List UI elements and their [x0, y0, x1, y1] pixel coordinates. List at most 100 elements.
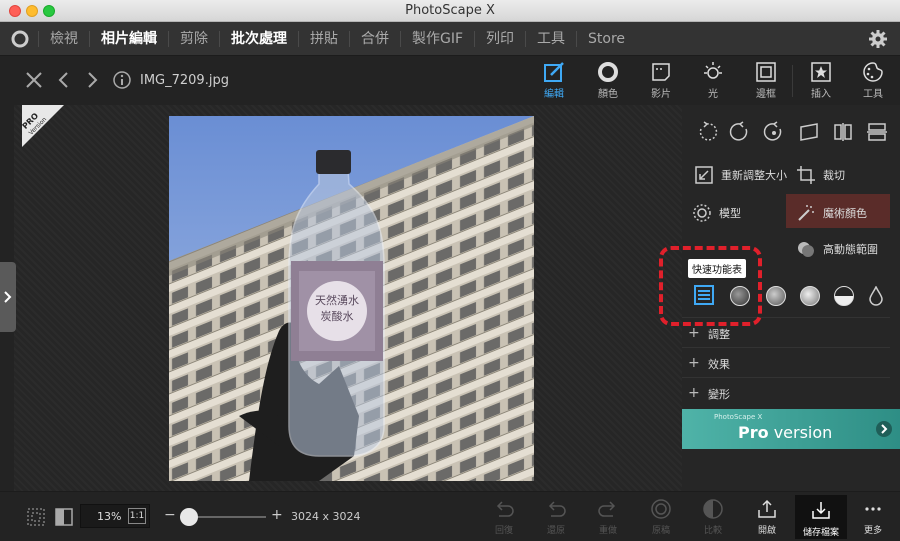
brightness-icon[interactable] [800, 286, 820, 306]
highlight-annotation [659, 246, 762, 326]
zoom-value: 13% [97, 510, 122, 523]
more-dots-icon [865, 507, 881, 511]
undo-button[interactable]: 回復 [484, 498, 524, 538]
rotate-free-icon[interactable] [763, 121, 785, 143]
undo-icon [496, 501, 514, 517]
effects-label: 效果 [708, 358, 730, 371]
original-label: 原稿 [651, 526, 670, 536]
tab-frame[interactable]: 邊框 [745, 61, 787, 103]
tab-light[interactable]: 光 [692, 61, 734, 103]
magic-color-button[interactable]: 魔術顏色 [796, 203, 867, 223]
resize-button[interactable]: 重新調整大小 [694, 165, 787, 185]
mosaic-button[interactable]: 模型 [692, 203, 741, 223]
color-icon [598, 62, 618, 82]
split-view-icon[interactable] [54, 507, 74, 527]
insert-icon [811, 62, 831, 82]
backlight-icon[interactable] [834, 286, 854, 306]
previous-icon[interactable] [54, 70, 74, 90]
actual-size-button[interactable]: 1:1 [128, 508, 146, 524]
transform-section[interactable]: + 變形 [682, 377, 890, 407]
flip-vertical-icon[interactable] [866, 121, 888, 143]
file-name: IMG_7209.jpg [140, 73, 229, 88]
next-icon[interactable] [82, 70, 102, 90]
tab-film-label: 影片 [651, 89, 671, 100]
tab-tools[interactable]: 工具 [852, 61, 894, 103]
crop-button[interactable]: 裁切 [796, 165, 845, 185]
compare-button[interactable]: 比較 [693, 498, 733, 538]
edited-photo[interactable]: 天然湧水 炭酸水 [169, 116, 534, 481]
more-label: 更多 [863, 526, 882, 536]
compare-label: 比較 [703, 526, 722, 536]
magic-wand-icon [798, 205, 814, 221]
hdr-button[interactable]: 高動態範圍 [796, 239, 878, 259]
tab-light-label: 光 [708, 89, 718, 100]
adjust-label: 調整 [708, 328, 730, 341]
zoom-field[interactable]: 13% 1:1 [80, 504, 150, 528]
straighten-icon[interactable] [798, 121, 820, 143]
redo-icon [598, 501, 616, 517]
bottom-toolbar: 13% 1:1 − + 3024 x 3024 回復 還原 重做 原稿 比較 開… [0, 491, 900, 541]
window-title: PhotoScape X [405, 3, 495, 18]
tab-tools-label: 工具 [863, 89, 883, 100]
tab-edit-label: 編輯 [544, 89, 564, 100]
selection-grid-icon[interactable] [26, 507, 46, 527]
zoom-out-button[interactable]: − [164, 507, 176, 523]
mosaic-label: 模型 [719, 207, 741, 220]
chevron-right-icon [4, 291, 12, 303]
quick-menu-tooltip: 快速功能表 [688, 259, 746, 278]
nav-item[interactable]: 列印 [474, 31, 525, 47]
pro-version-banner[interactable]: PhotoScape X Pro version [682, 409, 900, 449]
undo-label: 回復 [494, 526, 513, 536]
more-button[interactable]: 更多 [853, 498, 893, 538]
transform-label: 變形 [708, 388, 730, 401]
settings-gear-icon[interactable] [868, 29, 888, 49]
zoom-slider-knob[interactable] [180, 508, 198, 526]
pro-version-badge: PRO Version [22, 105, 64, 147]
tab-insert-label: 插入 [811, 89, 831, 100]
dehaze-drop-icon[interactable] [868, 286, 884, 306]
open-icon [758, 499, 776, 518]
effects-section[interactable]: + 效果 [682, 347, 890, 377]
info-icon[interactable] [112, 70, 132, 90]
nav-item[interactable]: 相片編輯 [89, 31, 168, 47]
tab-divider [792, 65, 793, 97]
redo-button[interactable]: 重做 [588, 498, 628, 538]
tab-film[interactable]: 影片 [640, 61, 682, 103]
nav-item[interactable]: Store [576, 31, 636, 47]
save-icon [812, 502, 830, 519]
mosaic-icon [693, 204, 711, 222]
open-label: 開啟 [757, 526, 776, 536]
expand-plus-icon: + [688, 325, 700, 341]
open-button[interactable]: 開啟 [747, 498, 787, 538]
close-icon[interactable] [24, 70, 44, 90]
save-button[interactable]: 儲存檔案 [795, 495, 847, 539]
nav-item[interactable]: 批次處理 [219, 31, 298, 47]
nav-item[interactable]: 製作GIF [400, 31, 474, 47]
resize-label: 重新調整大小 [721, 169, 787, 182]
app-logo-icon[interactable] [10, 29, 30, 49]
tab-edit[interactable]: 編輯 [533, 61, 575, 103]
rotate-left-icon[interactable] [696, 121, 718, 143]
original-button[interactable]: 原稿 [641, 498, 681, 538]
nav-item[interactable]: 拼貼 [298, 31, 349, 47]
nav-item[interactable]: 工具 [525, 31, 576, 47]
nav-item[interactable]: 剪除 [168, 31, 219, 47]
expand-sidebar-handle[interactable] [0, 262, 16, 332]
zoom-in-button[interactable]: + [271, 507, 283, 523]
undo-all-icon [548, 501, 566, 517]
undo-all-button[interactable]: 還原 [536, 498, 576, 538]
auto-contrast-icon[interactable] [766, 286, 786, 306]
crop-label: 裁切 [823, 169, 845, 182]
arrow-right-icon [876, 421, 892, 437]
rotate-right-icon[interactable] [729, 121, 751, 143]
tab-frame-label: 邊框 [756, 89, 776, 100]
svg-text:天然湧水: 天然湧水 [315, 293, 359, 307]
nav-item[interactable]: 合併 [349, 31, 400, 47]
svg-text:炭酸水: 炭酸水 [321, 309, 354, 323]
tab-color[interactable]: 顏色 [587, 61, 629, 103]
magic-color-label: 魔術顏色 [823, 207, 867, 220]
pro-banner-title: Pro version [738, 423, 832, 442]
nav-item[interactable]: 檢視 [38, 31, 89, 47]
flip-horizontal-icon[interactable] [832, 121, 854, 143]
tab-insert[interactable]: 插入 [800, 61, 842, 103]
